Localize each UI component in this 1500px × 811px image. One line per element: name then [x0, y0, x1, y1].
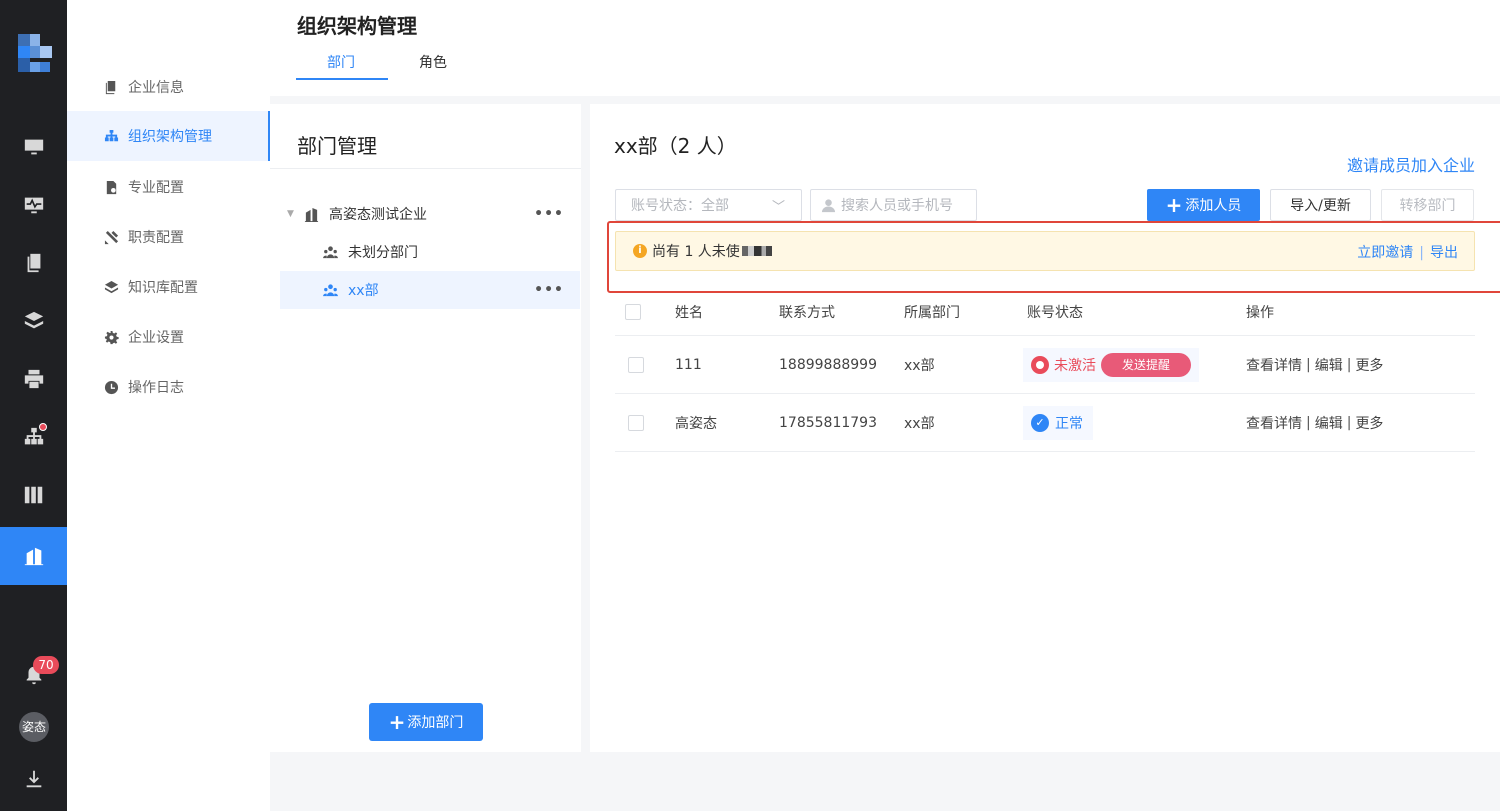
rail-printer-icon[interactable]	[0, 350, 67, 408]
rail-enterprise-icon[interactable]	[0, 527, 67, 585]
row-checkbox[interactable]	[628, 414, 644, 431]
edit-link[interactable]: 编辑	[1315, 413, 1343, 433]
notification-dot	[39, 423, 47, 431]
department-panel: 部门管理 ▼ 高姿态测试企业 ••• 未划分部门 xx部 ••• + 添加部门	[270, 104, 581, 752]
team-icon	[323, 283, 338, 298]
rail-library-icon[interactable]	[0, 466, 67, 524]
subnav-item-org-structure[interactable]: 组织架构管理	[67, 111, 270, 161]
file-gear-icon	[103, 179, 119, 195]
tree-node-unassigned[interactable]: 未划分部门	[280, 233, 580, 271]
tools-icon	[103, 229, 119, 245]
building-icon	[304, 207, 319, 222]
plus-icon: +	[1165, 193, 1183, 217]
notification-badge: 70	[33, 656, 59, 674]
invite-members-link[interactable]: 邀请成员加入企业	[1347, 152, 1475, 176]
rail-monitor-icon[interactable]	[0, 118, 67, 176]
divider	[270, 168, 581, 169]
more-icon[interactable]: •••	[534, 206, 564, 222]
gear-icon	[103, 329, 119, 345]
rail-layers-icon[interactable]	[0, 292, 67, 350]
row-checkbox[interactable]	[628, 356, 644, 373]
select-all-checkbox[interactable]	[625, 304, 641, 320]
rail-activity-icon[interactable]	[0, 176, 67, 234]
page-header: 组织架构管理 部门 角色	[270, 0, 1500, 96]
page-title: 组织架构管理	[297, 14, 417, 38]
subnav-item-operation-log[interactable]: 操作日志	[67, 362, 270, 412]
members-panel: xx部（2 人） 邀请成员加入企业 账号状态：全部 ﹀ 搜索人员或手机号 + 添加…	[590, 104, 1500, 752]
table-header: 姓名 联系方式 所属部门 账号状态 操作	[615, 289, 1475, 336]
status-badge: 未激活	[1031, 355, 1096, 375]
chevron-down-icon: ﹀	[771, 200, 785, 215]
caret-down-icon[interactable]: ▼	[287, 209, 294, 219]
inactive-icon	[1031, 355, 1049, 374]
status-badge: ✓ 正常	[1031, 413, 1083, 433]
rail-documents-icon[interactable]	[0, 234, 67, 292]
document-icon	[103, 79, 119, 95]
edit-link[interactable]: 编辑	[1315, 355, 1343, 375]
account-status-select[interactable]: 账号状态：全部 ﹀	[615, 189, 802, 221]
subnav-item-duty-config[interactable]: 职责配置	[67, 212, 270, 262]
settings-subnav: 企业信息 组织架构管理 专业配置 职责配置 知识库配置 企业设置 操作日志	[67, 0, 270, 811]
rail-org-chart-icon[interactable]	[0, 408, 67, 466]
send-reminder-button[interactable]: 发送提醒	[1101, 352, 1192, 377]
avatar[interactable]: 姿态	[19, 712, 49, 742]
more-link[interactable]: 更多	[1355, 355, 1383, 375]
add-member-button[interactable]: + 添加人员	[1147, 189, 1260, 221]
add-department-button[interactable]: + 添加部门	[369, 703, 483, 741]
search-input[interactable]: 搜索人员或手机号	[810, 189, 977, 221]
view-details-link[interactable]: 查看详情	[1246, 355, 1302, 375]
tab-roles[interactable]: 角色	[419, 52, 447, 72]
subnav-item-company-settings[interactable]: 企业设置	[67, 312, 270, 362]
layers-icon	[103, 279, 119, 295]
clock-icon	[103, 379, 119, 395]
tree-node-selected[interactable]: xx部 •••	[280, 271, 580, 309]
app-logo[interactable]	[18, 34, 52, 76]
tree-node-root[interactable]: ▼ 高姿态测试企业 •••	[280, 195, 580, 233]
subnav-item-company-info[interactable]: 企业信息	[67, 62, 270, 112]
import-update-button[interactable]: 导入/更新	[1270, 189, 1371, 221]
table-row: 高姿态 17855811793 xx部 ✓ 正常 查看详情 | 编辑 | 更多	[615, 394, 1475, 452]
team-icon	[323, 245, 338, 260]
org-chart-icon	[103, 128, 119, 144]
highlight-box	[607, 221, 1500, 293]
more-icon[interactable]: •••	[534, 282, 564, 298]
subnav-item-knowledge-config[interactable]: 知识库配置	[67, 262, 270, 312]
tab-departments[interactable]: 部门	[327, 52, 355, 72]
department-title: xx部（2 人）	[614, 134, 737, 158]
transfer-department-button[interactable]: 转移部门	[1381, 189, 1474, 221]
active-tab-indicator	[296, 78, 388, 80]
plus-icon: +	[388, 710, 406, 734]
check-circle-icon: ✓	[1031, 413, 1049, 432]
view-details-link[interactable]: 查看详情	[1246, 413, 1302, 433]
rail-bell-icon[interactable]	[0, 646, 67, 704]
more-link[interactable]: 更多	[1355, 413, 1383, 433]
rail-download-icon[interactable]	[0, 750, 67, 808]
app-rail: 70 姿态	[0, 0, 67, 811]
subnav-item-professional-config[interactable]: 专业配置	[67, 162, 270, 212]
department-panel-title: 部门管理	[297, 134, 377, 158]
person-icon	[821, 198, 836, 212]
table-row: 111 18899888999 xx部 未激活 发送提醒 查看详情 | 编辑 | 更多	[615, 336, 1475, 394]
